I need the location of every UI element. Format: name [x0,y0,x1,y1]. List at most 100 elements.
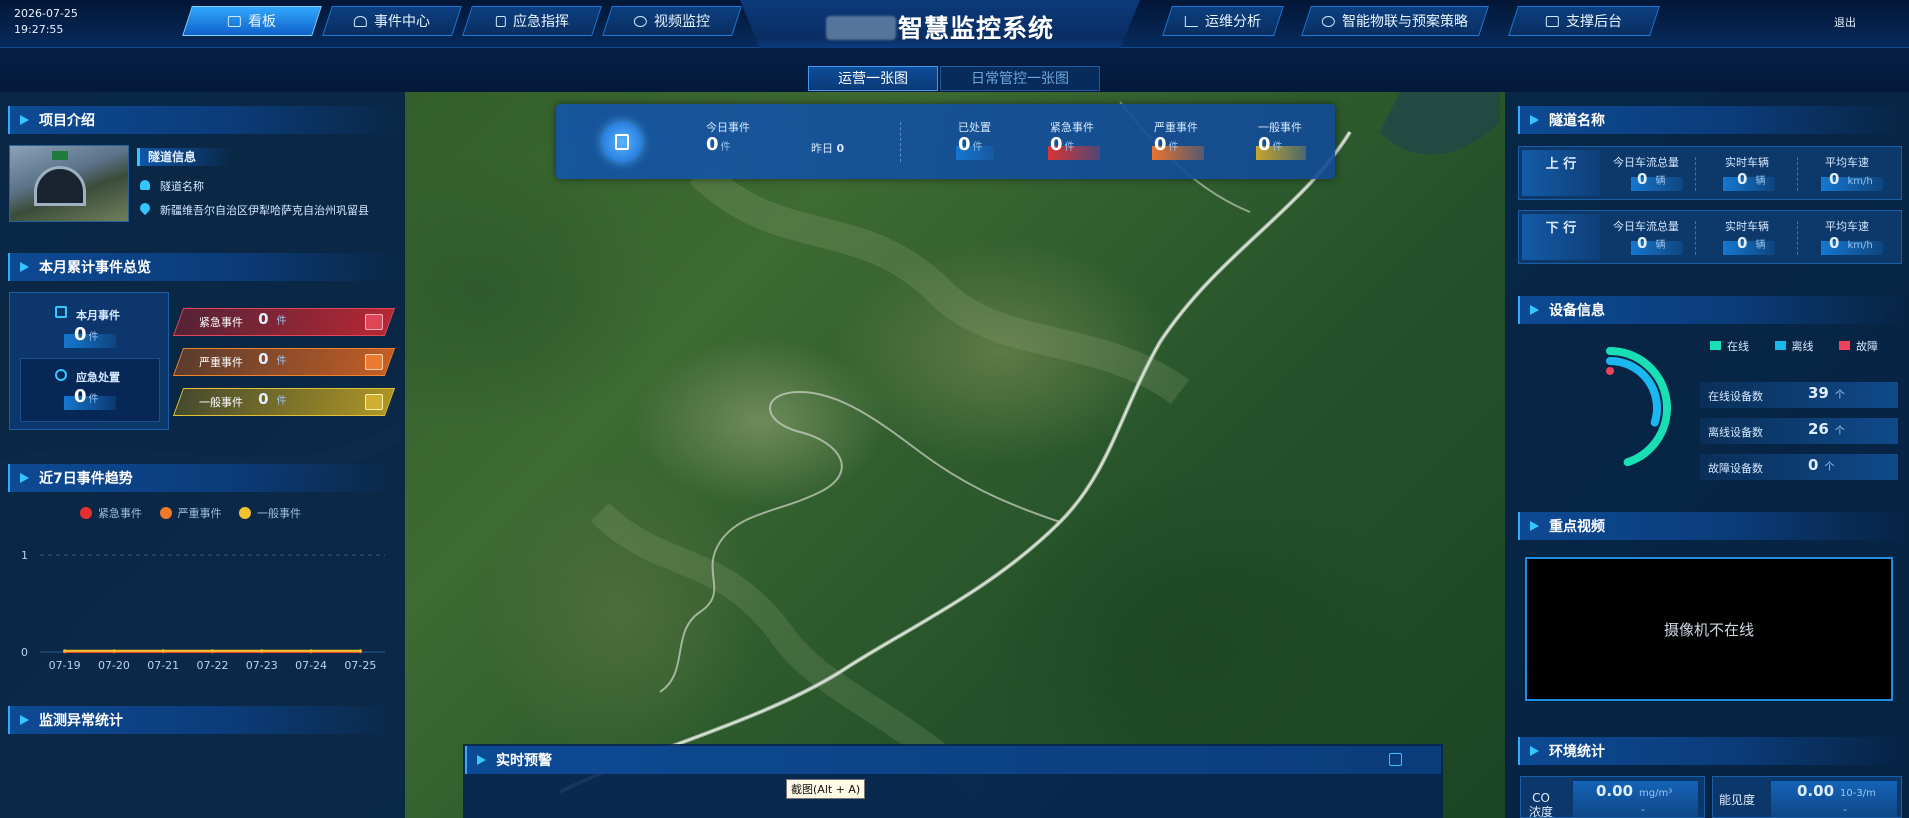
tab-daily-control-map[interactable]: 日常管控一张图 [940,66,1100,91]
downbound-flow-unit: 辆 [1655,240,1666,251]
section-arrow-icon [477,755,486,765]
current-date: 2026-07-25 [14,7,78,20]
nav-ops-analysis[interactable]: 运维分析 [1162,6,1284,36]
visibility-value: 0.00 10-3/m [1797,782,1876,800]
key-video-title: 重点视频 [1549,519,1605,535]
legend-serious: 严重事件 [159,507,222,520]
urgent-events-row[interactable]: 紧急事件 0件 [172,308,396,336]
kpi-general-unit: 件 [1272,142,1283,153]
clipboard-icon [55,306,67,318]
nav-support-backend-label: 支撑后台 [1566,14,1622,30]
nav-event-center[interactable]: 事件中心 [322,6,462,36]
handled-unit: 件 [972,142,983,153]
emergency-handle-label: 应急处置 [76,371,120,384]
legend-serious-label: 严重事件 [177,507,222,520]
downbound-divider-2 [1797,221,1798,255]
legend-general: 一般事件 [239,507,301,520]
x-tick-label: 07-23 [246,659,278,672]
trend-header: 近7日事件趋势 [8,464,400,492]
emergency-handle-unit: 件 [88,394,99,405]
handled-label: 已处置 [958,121,991,134]
device-info-header: 设备信息 [1518,296,1902,324]
upbound-realtime-number: 0 [1737,170,1748,188]
section-arrow-icon [20,115,29,125]
co-unit: mg/m³ [1639,788,1673,799]
tunnel-location: 新疆维吾尔自治区伊犁哈萨克自治州巩留县 [160,204,369,217]
section-arrow-icon [1530,115,1539,125]
legend-general-label: 一般事件 [257,507,301,520]
handled-value: 0件 [958,134,983,155]
key-video-player[interactable]: 摄像机不在线 [1525,557,1893,701]
upbound-realtime-label: 实时车辆 [1725,156,1769,169]
downbound-realtime-value: 0辆 [1737,234,1765,252]
anomaly-header: 监测异常统计 [8,706,400,734]
today-events-unit: 件 [720,142,731,153]
co-number: 0.00 [1596,782,1634,800]
serious-events-number: 0 [258,350,269,368]
y-tick-label: 1 [21,549,28,562]
upbound-flow-value: 0辆 [1637,170,1665,188]
nav-emergency-command[interactable]: 应急指挥 [462,6,602,36]
downbound-flow-value: 0辆 [1637,234,1665,252]
nav-video-monitor[interactable]: 视频监控 [602,6,742,36]
downbound-speed-number: 0 [1829,234,1840,252]
general-events-value: 0件 [258,390,286,408]
general-alarm-icon [365,394,383,410]
monthly-events-header: 本月累计事件总览 [8,253,400,281]
realtime-warning-title: 实时预警 [496,753,552,769]
legend-urgent-label: 紧急事件 [98,507,142,520]
y-tick-label: 0 [21,646,28,659]
downbound-divider-1 [1695,221,1696,255]
general-events-unit: 件 [276,396,287,407]
trend-title: 近7日事件趋势 [39,471,133,487]
serious-events-value: 0件 [258,350,286,368]
online-devices-label: 在线设备数 [1708,390,1763,403]
nav-dashboard[interactable]: 看板 [182,6,322,36]
bar-chart-icon [1185,15,1198,27]
nav-iot-strategy-label: 智能物联与预案策略 [1342,14,1468,30]
kpi-general-value: 0件 [1258,134,1283,155]
x-tick-label: 07-22 [197,659,229,672]
urgent-alarm-icon [365,314,383,330]
tunnel-info-subtitle: 隧道信息 [137,148,233,166]
expand-icon[interactable] [1389,753,1402,766]
kpi-urgent-value: 0件 [1050,134,1075,155]
tab-operations-map[interactable]: 运营一张图 [808,66,938,91]
nav-video-monitor-label: 视频监控 [654,14,710,30]
fault-devices-unit: 个 [1824,462,1835,473]
emergency-handle-number: 0 [74,386,87,407]
nav-iot-strategy[interactable]: 智能物联与预案策略 [1301,6,1489,36]
legend-general-dot [239,507,251,519]
today-events-label: 今日事件 [706,121,750,134]
online-devices-unit: 个 [1834,390,1845,401]
month-events-number: 0 [74,324,87,345]
legend-fault-label: 故障 [1856,340,1878,353]
downbound-speed-label: 平均车速 [1825,220,1869,233]
legend-online: 在线 [1710,340,1749,353]
tunnel-sign [52,151,68,160]
iot-icon [1322,15,1335,27]
camera-offline-message: 摄像机不在线 [1663,620,1754,639]
upbound-label: 上 行 [1522,150,1600,196]
tunnel-icon [140,180,150,190]
handled-number: 0 [958,134,971,155]
fault-devices-number: 0 [1808,456,1819,474]
x-tick-label: 07-19 [49,659,81,672]
general-events-row[interactable]: 一般事件 0件 [172,388,396,416]
screenshot-tooltip: 截图(Alt + A) [786,779,866,799]
nav-support-backend[interactable]: 支撑后台 [1508,6,1660,36]
logout-button[interactable]: 退出 [1834,14,1856,30]
serious-events-label: 严重事件 [199,356,243,369]
trend-legend: 紧急事件 严重事件 一般事件 [80,505,301,521]
upbound-flow-number: 0 [1637,170,1648,188]
datetime: 2026-07-25 19:27:55 [14,6,78,38]
urgent-events-unit: 件 [276,316,287,327]
offline-devices-row: 离线设备数 26 个 [1700,418,1898,444]
offline-devices-label: 离线设备数 [1708,426,1763,439]
kpi-divider [900,122,901,162]
upbound-flow-unit: 辆 [1655,176,1666,187]
upbound-flow-label: 今日车流总量 [1613,156,1679,169]
device-legend: 在线 离线 故障 [1710,338,1878,354]
serious-events-row[interactable]: 严重事件 0件 [172,348,396,376]
tunnel-photo [9,145,129,222]
